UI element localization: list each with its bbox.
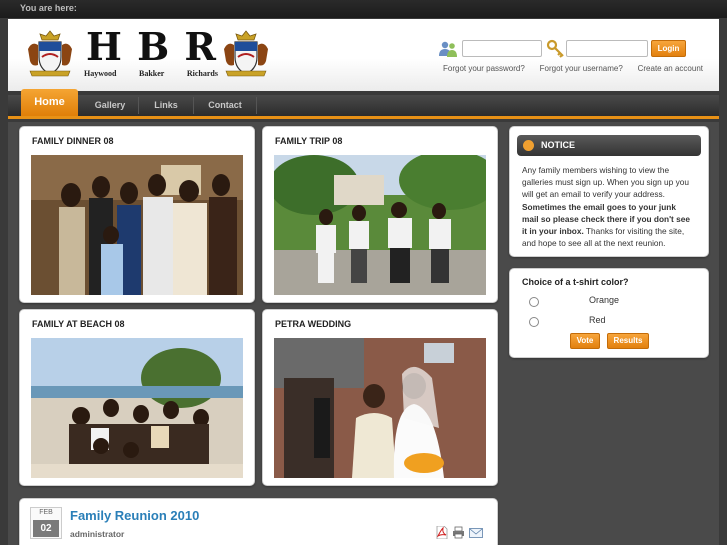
gallery-title: PETRA WEDDING xyxy=(275,319,352,329)
username-input[interactable] xyxy=(462,40,542,57)
gallery-card[interactable]: PETRA WEDDING xyxy=(262,309,498,486)
photo-image xyxy=(31,155,243,295)
nav-item-contact[interactable]: Contact xyxy=(194,95,256,116)
nav-divider xyxy=(256,97,257,114)
gallery-title: FAMILY AT BEACH 08 xyxy=(32,319,125,329)
gallery-title: FAMILY TRIP 08 xyxy=(275,136,343,146)
notice-icon xyxy=(523,140,534,151)
logo-name-richards: Richards xyxy=(186,69,218,78)
site-header: H B R Haywood Bakker Richards Login Forg xyxy=(8,19,719,91)
coat-of-arms-icon xyxy=(28,30,72,77)
article-month: FEB xyxy=(39,509,53,516)
poll-option-label: Orange xyxy=(589,295,620,305)
gallery-card[interactable]: FAMILY TRIP 08 xyxy=(262,126,498,303)
article-author: administrator xyxy=(70,529,125,539)
poll-question: Choice of a t-shirt color? xyxy=(522,277,629,287)
notice-line: galleries must sign up. When you sign up… xyxy=(522,177,689,188)
coat-of-arms-icon xyxy=(224,30,268,77)
gallery-photo-family-at-beach[interactable] xyxy=(31,338,243,478)
article-title[interactable]: Family Reunion 2010 xyxy=(70,508,199,523)
print-icon[interactable] xyxy=(452,526,465,539)
gallery-card[interactable]: FAMILY AT BEACH 08 xyxy=(19,309,255,486)
notice-title: NOTICE xyxy=(541,140,576,150)
logo-letter-b: B xyxy=(137,24,170,69)
main-nav: Home Gallery Links Contact xyxy=(8,89,719,119)
logo-name-bakker: Bakker xyxy=(138,69,165,78)
nav-item-home[interactable]: Home xyxy=(21,89,78,116)
notice-line-bold: mail so please check there if you don't … xyxy=(522,213,690,224)
password-input[interactable] xyxy=(566,40,648,57)
login-links: Forgot your password? Forgot your userna… xyxy=(443,64,703,73)
gallery-photo-family-dinner[interactable] xyxy=(31,155,243,295)
pdf-icon[interactable] xyxy=(435,526,448,539)
poll-option-radio-red[interactable] xyxy=(529,317,539,327)
logo-letter-r: R xyxy=(184,24,216,69)
nav-item-links[interactable]: Links xyxy=(139,95,193,116)
article-day: 02 xyxy=(33,520,59,537)
results-button[interactable]: Results xyxy=(607,333,649,349)
nav-item-gallery[interactable]: Gallery xyxy=(82,95,138,116)
notice-line-bold: it in your inbox. xyxy=(522,226,584,237)
breadcrumb-label: You are here: xyxy=(20,3,77,13)
gallery-photo-petra-wedding[interactable] xyxy=(274,338,486,478)
notice-line-bold: Sometimes the email goes to your junk xyxy=(522,201,676,212)
photo-image xyxy=(274,155,486,295)
photo-image xyxy=(274,338,486,478)
site-logo[interactable]: H B R xyxy=(86,28,216,66)
gallery-photo-family-trip[interactable] xyxy=(274,155,486,295)
article-card: FEB 02 Family Reunion 2010 administrator xyxy=(19,498,498,545)
forgot-password-link[interactable]: Forgot your password? xyxy=(443,64,525,73)
gallery-card[interactable]: FAMILY DINNER 08 xyxy=(19,126,255,303)
photo-image xyxy=(31,338,243,478)
logo-family-names: Haywood Bakker Richards xyxy=(84,69,218,78)
gallery-title: FAMILY DINNER 08 xyxy=(32,136,114,146)
notice-line: will get an email to verify your address… xyxy=(522,189,665,200)
poll-option-label: Red xyxy=(589,315,606,325)
poll-option-radio-orange[interactable] xyxy=(529,297,539,307)
login-form: Login xyxy=(438,39,718,59)
notice-line: Thanks for visiting the site, xyxy=(583,226,685,237)
vote-button[interactable]: Vote xyxy=(570,333,600,349)
create-account-link[interactable]: Create an account xyxy=(638,64,703,73)
key-icon xyxy=(546,39,564,58)
poll-module: Choice of a t-shirt color? Orange Red Vo… xyxy=(509,268,709,358)
forgot-username-link[interactable]: Forgot your username? xyxy=(540,64,623,73)
login-button[interactable]: Login xyxy=(651,40,686,57)
logo-letter-h: H xyxy=(86,24,122,69)
logo-name-haywood: Haywood xyxy=(84,69,117,78)
notice-text: Any family members wishing to view the g… xyxy=(522,164,700,249)
article-date: FEB 02 xyxy=(30,507,62,539)
notice-line: Any family members wishing to view the xyxy=(522,165,670,175)
notice-module: NOTICE Any family members wishing to vie… xyxy=(509,126,709,257)
breadcrumb: You are here: xyxy=(0,0,727,18)
notice-header: NOTICE xyxy=(517,135,701,156)
notice-line: and hope to see all at the next reunion. xyxy=(522,238,666,249)
users-icon xyxy=(439,41,457,57)
email-icon[interactable] xyxy=(469,526,483,539)
